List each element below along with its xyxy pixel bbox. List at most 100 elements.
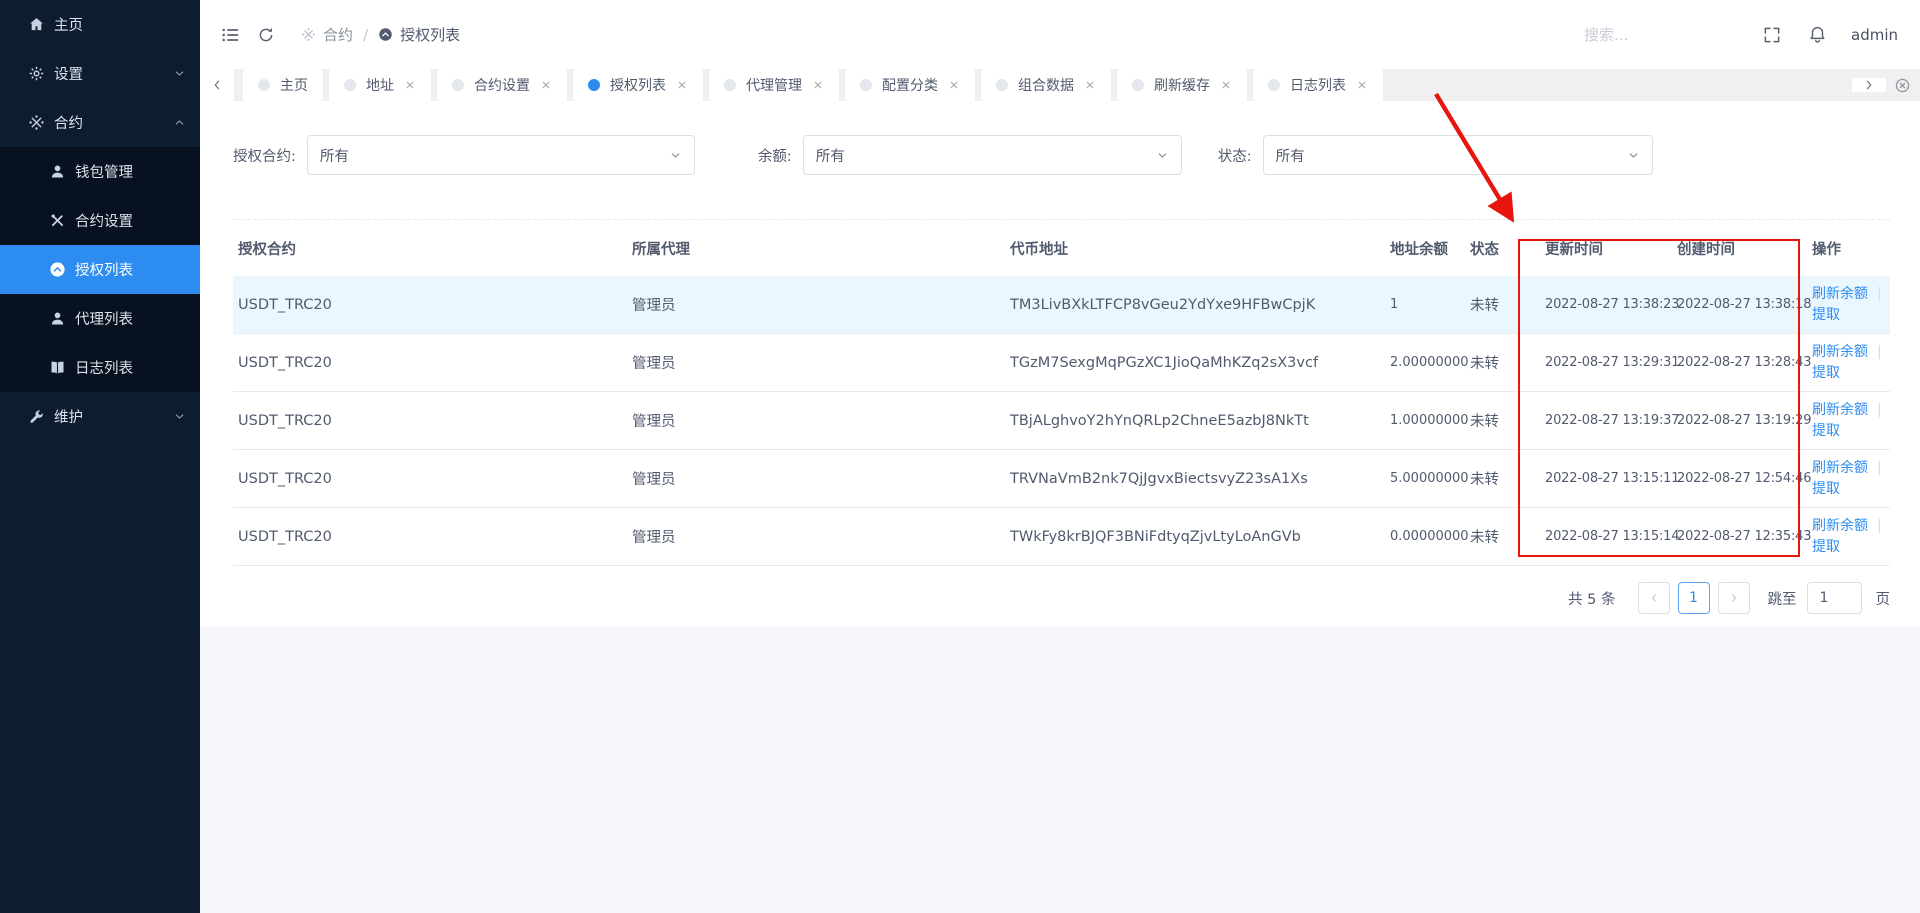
collapse-menu-icon[interactable] [220,25,240,45]
cell-created: 2022-08-27 13:19:29 [1677,413,1812,428]
sidebar-item-agent-list[interactable]: 代理列表 [0,294,200,343]
balance-select[interactable]: 所有 [803,135,1182,175]
tab-label: 配置分类 [882,75,938,95]
cell-updated: 2022-08-27 13:38:23 [1545,297,1677,312]
withdraw-link[interactable]: 提取 [1812,365,1840,381]
tabs-scroll-right-button[interactable] [1852,78,1886,92]
app-window: 主页设置合约钱包管理合约设置授权列表代理列表日志列表维护 合约 / 授权列表 [0,0,1920,913]
jump-page-input[interactable] [1807,582,1862,614]
user-menu[interactable]: admin [1851,26,1898,44]
tab-agent-management[interactable]: 代理管理 [709,69,839,101]
tab-status-dot [588,79,600,91]
withdraw-link[interactable]: 提取 [1812,481,1840,497]
refresh-balance-link[interactable]: 刷新余额 [1812,400,1868,420]
close-icon[interactable] [1084,79,1096,91]
gear-icon [28,65,45,82]
tab-config-category[interactable]: 配置分类 [845,69,975,101]
chevron-left-icon [1648,592,1660,604]
action-separator: | [1877,284,1882,304]
status-select[interactable]: 所有 [1263,135,1653,175]
sidebar-item-wallet-management[interactable]: 钱包管理 [0,147,200,196]
tab-status-dot [860,79,872,91]
tab-log-list[interactable]: 日志列表 [1253,69,1383,101]
tab-strip-right [1852,69,1920,101]
table-row: USDT_TRC20管理员TRVNaVmB2nk7QjJgvxBiectsvyZ… [233,450,1890,508]
sidebar-item-contract-settings[interactable]: 合约设置 [0,196,200,245]
tab-authorization-list[interactable]: 授权列表 [573,69,703,101]
cell-updated: 2022-08-27 13:15:14 [1545,529,1677,544]
close-icon[interactable] [812,79,824,91]
column-header: 代币地址 [1010,238,1390,259]
withdraw-link[interactable]: 提取 [1812,539,1840,555]
tabs-scroll-left-button[interactable] [200,69,234,101]
tab-status-dot [996,79,1008,91]
cell-created: 2022-08-27 13:38:18 [1677,297,1812,312]
chevron-right-icon [1728,592,1740,604]
withdraw-link[interactable]: 提取 [1812,423,1840,439]
filter-status: 状态: 所有 [1218,135,1653,175]
next-page-button[interactable] [1718,582,1750,614]
sidebar-item-log-list[interactable]: 日志列表 [0,343,200,392]
tab-label: 授权列表 [610,75,666,95]
tab-address[interactable]: 地址 [329,69,431,101]
cell-actions: 刷新余额 | 提取 [1812,516,1890,557]
table-row: USDT_TRC20管理员TM3LivBXkLTFCP8vGeu2YdYxe9H… [233,276,1890,334]
sidebar-item-contract[interactable]: 合约 [0,98,200,147]
cell-updated: 2022-08-27 13:19:37 [1545,413,1677,428]
search-input[interactable] [1582,25,1736,45]
close-icon[interactable] [404,79,416,91]
action-line: 刷新余额| [1812,458,1890,478]
wrench-icon [28,408,45,425]
sidebar-item-label: 维护 [54,406,83,427]
column-header: 创建时间 [1677,238,1812,259]
close-all-tabs-icon[interactable] [1894,77,1911,94]
refresh-balance-link[interactable]: 刷新余额 [1812,516,1868,536]
sidebar-item-authorization-list[interactable]: 授权列表 [0,245,200,294]
refresh-balance-link[interactable]: 刷新余额 [1812,458,1868,478]
sidebar-item-maintenance[interactable]: 维护 [0,392,200,441]
table-row: USDT_TRC20管理员TWkFy8krBJQF3BNiFdtyqZjvLty… [233,508,1890,566]
breadcrumb-contract[interactable]: 合约 [301,24,353,45]
fullscreen-icon[interactable] [1762,25,1782,45]
select-value: 所有 [320,145,349,166]
tab-contract-settings[interactable]: 合约设置 [437,69,567,101]
page-1-button[interactable]: 1 [1678,582,1710,614]
refresh-balance-link[interactable]: 刷新余额 [1812,342,1868,362]
tab-status-dot [1132,79,1144,91]
contract-icon [301,27,316,42]
sidebar-item-label: 钱包管理 [75,161,133,182]
tab-label: 合约设置 [474,75,530,95]
topbar-right: admin [1582,24,1898,45]
page-word: 页 [1876,588,1891,609]
authorized-contract-select[interactable]: 所有 [307,135,695,175]
refresh-balance-link[interactable]: 刷新余额 [1812,284,1868,304]
tab-refresh-cache[interactable]: 刷新缓存 [1117,69,1247,101]
refresh-icon[interactable] [257,26,275,44]
table-row: USDT_TRC20管理员TGzM7SexgMqPGzXC1JioQaMhKZq… [233,334,1890,392]
breadcrumb-authorization-list[interactable]: 授权列表 [378,24,460,45]
close-icon[interactable] [540,79,552,91]
breadcrumb-label: 授权列表 [400,24,460,45]
withdraw-link[interactable]: 提取 [1812,307,1840,323]
cell-status: 未转 [1470,410,1545,431]
table-row: USDT_TRC20管理员TBjALghvoY2hYnQRLp2ChneE5az… [233,392,1890,450]
action-separator: | [1877,516,1882,536]
sidebar-item-settings[interactable]: 设置 [0,49,200,98]
notification-bell-icon[interactable] [1808,24,1827,45]
previous-page-button[interactable] [1638,582,1670,614]
close-icon[interactable] [1356,79,1368,91]
chevron-down-icon [173,67,186,80]
sidebar-item-home[interactable]: 主页 [0,0,200,49]
cell-address: TGzM7SexgMqPGzXC1JioQaMhKZq2sX3vcf [1010,355,1390,371]
cell-contract: USDT_TRC20 [233,529,632,545]
close-icon[interactable] [948,79,960,91]
chevron-down-icon [1156,149,1169,162]
cell-created: 2022-08-27 12:35:43 [1677,529,1812,544]
cell-updated: 2022-08-27 13:15:11 [1545,471,1677,486]
tab-list: 主页地址 合约设置 授权列表 代理管理 配置分类 组合数据刷新缓存日志列表 [243,69,1852,101]
total-count: 共 5 条 [1568,588,1615,609]
close-icon[interactable] [676,79,688,91]
tab-home[interactable]: 主页 [243,69,323,101]
tab-combined-data[interactable]: 组合数据 [981,69,1111,101]
close-icon[interactable] [1220,79,1232,91]
